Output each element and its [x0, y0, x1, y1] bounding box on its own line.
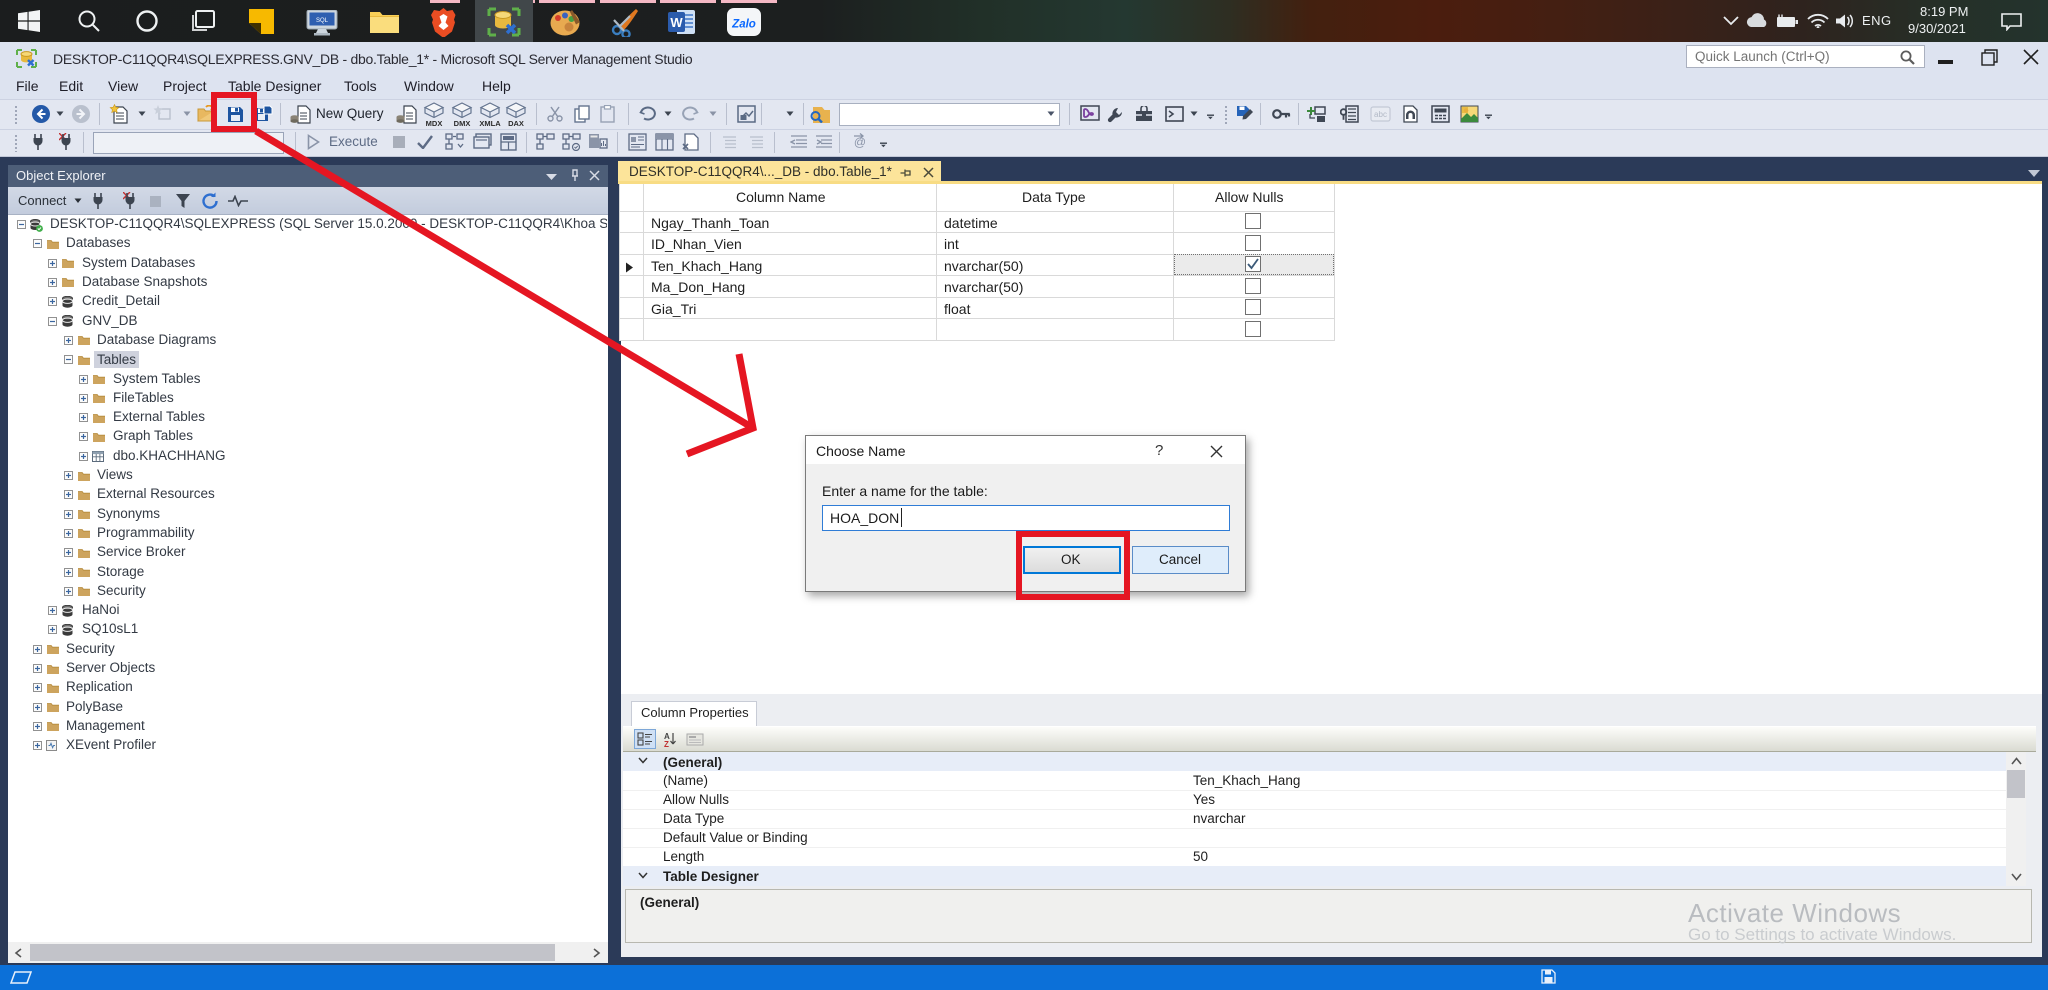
svg-text:SQL: SQL [316, 18, 329, 24]
svg-text:XMLA: XMLA [479, 119, 501, 127]
svg-text:Zalo: Zalo [731, 19, 756, 31]
svg-text:DAX: DAX [508, 119, 524, 127]
svg-text:DMX: DMX [454, 119, 471, 127]
svg-text:MDX: MDX [426, 119, 443, 127]
svg-text:W: W [670, 15, 683, 30]
svg-text:Z: Z [664, 740, 669, 747]
svg-text:abc: abc [1374, 110, 1387, 119]
svg-text:@: @ [854, 135, 866, 149]
